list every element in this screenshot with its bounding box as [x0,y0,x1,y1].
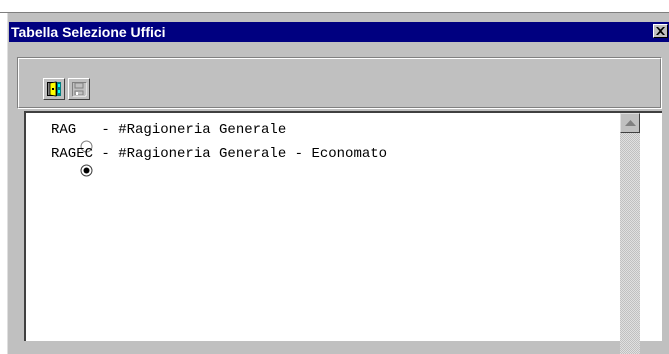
list-item[interactable]: RAG - #Ragioneria Generale [30,121,287,152]
list-item-label: RAGEC - #Ragioneria Generale - Economato [51,146,388,162]
save-disk-icon [72,82,87,97]
list-item-label: RAG - #Ragioneria Generale [51,122,287,138]
radio-selected-icon[interactable] [30,148,93,176]
radio-unselected-icon[interactable] [30,124,93,152]
save-button[interactable] [68,78,90,100]
office-list[interactable]: RAG - #Ragioneria Generale RAGEC - #Ragi… [24,111,662,341]
scroll-up-button[interactable] [620,113,640,133]
list-item[interactable]: RAGEC - #Ragioneria Generale - Economato [30,145,388,176]
toolbar-group [17,57,662,109]
close-button[interactable] [653,24,668,38]
window-title: Tabella Selezione Uffici [11,24,166,40]
title-bar[interactable]: Tabella Selezione Uffici [9,22,669,42]
close-icon [656,27,665,35]
vertical-scrollbar[interactable] [620,113,640,354]
arrow-up-icon [625,120,636,126]
toolbar-frame [18,58,661,108]
exit-button[interactable] [43,78,65,100]
exit-door-icon [47,81,61,97]
